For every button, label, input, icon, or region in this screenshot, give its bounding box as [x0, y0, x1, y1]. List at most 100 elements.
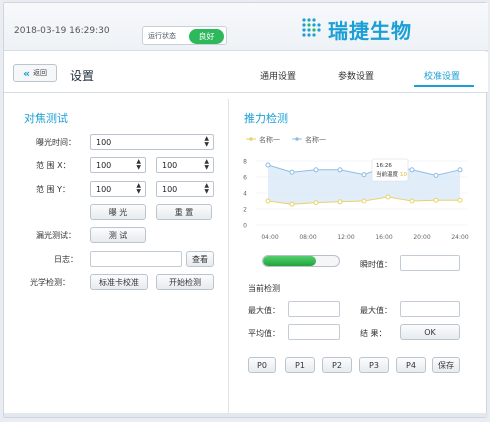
- x-tick-label: 20:00: [413, 234, 430, 241]
- series-band-area: [268, 165, 460, 205]
- max-value-label-1: 最大值：: [248, 306, 280, 315]
- header-bar: 2018-03-19 16:29:30 运行状态 良好 瑞捷生物: [4, 3, 488, 51]
- standard-card-calibrate-button[interactable]: 标准卡校准: [90, 274, 148, 290]
- series-point-2: [457, 167, 463, 173]
- optical-test-label: 光学检测：: [30, 278, 70, 287]
- range-y-max-value: 100: [162, 184, 178, 194]
- y-tick-label: 6: [243, 175, 247, 182]
- x-tick-label: 12:00: [337, 234, 354, 241]
- datetime-display: 2018-03-19 16:29:30: [14, 26, 110, 36]
- leak-test-button[interactable]: 测 试: [90, 227, 146, 243]
- x-tick-label: 16:00: [375, 234, 392, 241]
- legend-label: 名称一: [259, 135, 280, 144]
- brand-logo-text: 瑞捷生物: [328, 19, 412, 43]
- x-tick-label: 04:00: [261, 234, 278, 241]
- stepper-arrows-icon: ▲ ▼: [204, 158, 209, 171]
- range-y-min-value: 100: [96, 184, 112, 194]
- y-tick-label: 4: [243, 191, 247, 198]
- instant-value-label: 瞬时值：: [360, 260, 392, 269]
- app-window: 2018-03-19 16:29:30 运行状态 良好 瑞捷生物 « 返回 设置…: [3, 2, 488, 418]
- status-box: 运行状态 良好: [142, 26, 227, 45]
- p3-button[interactable]: P3: [359, 357, 389, 373]
- page-title: 设置: [70, 69, 95, 83]
- range-x-max-stepper[interactable]: 100 ▲ ▼: [156, 157, 214, 173]
- series-point-2: [433, 172, 439, 178]
- reset-button[interactable]: 重 置: [156, 204, 212, 220]
- tooltip-value: 10: [400, 172, 407, 178]
- range-x-max-value: 100: [162, 160, 178, 170]
- save-button[interactable]: 保存: [432, 357, 460, 373]
- bottom-edge: [4, 413, 488, 417]
- y-tick-label: 8: [243, 159, 247, 166]
- series-point-1: [457, 197, 463, 203]
- exposure-stepper[interactable]: 100 ▲ ▼: [90, 134, 214, 150]
- leak-test-label: 漏光测试：: [36, 231, 76, 240]
- current-detection-label: 当前检测: [248, 284, 280, 293]
- series-point-2: [265, 162, 271, 168]
- legend-label: 名称一: [305, 135, 326, 144]
- series-point-2: [337, 167, 343, 173]
- p1-button[interactable]: P1: [285, 357, 315, 373]
- series-point-2: [313, 167, 319, 173]
- expose-button[interactable]: 曝 光: [90, 204, 146, 220]
- series-point-2: [409, 167, 415, 173]
- stepper-arrows-icon: ▲ ▼: [136, 182, 141, 195]
- stepper-arrows-icon: ▲ ▼: [204, 182, 209, 195]
- double-chevron-left-icon: «: [22, 66, 31, 80]
- series-point-1: [409, 198, 415, 204]
- legend-marker: [249, 137, 253, 141]
- status-badge: 良好: [189, 29, 224, 44]
- p4-button[interactable]: P4: [396, 357, 426, 373]
- series-point-1: [385, 194, 391, 200]
- series-point-1: [265, 198, 271, 204]
- average-value-field[interactable]: [288, 324, 340, 340]
- log-label: 日志：: [54, 255, 78, 264]
- average-value-label: 平均值：: [248, 329, 280, 338]
- range-x-label: 范 围 X：: [36, 161, 71, 170]
- result-label: 结 果：: [360, 329, 387, 338]
- y-tick-label: 0: [243, 223, 247, 230]
- max-value-label-2: 最大值：: [360, 306, 392, 315]
- tooltip-label: 当前温度: [376, 170, 399, 178]
- range-y-max-stepper[interactable]: 100 ▲ ▼: [156, 181, 214, 197]
- x-tick-label: 24:00: [451, 234, 468, 241]
- series-point-1: [289, 201, 295, 207]
- start-detection-button[interactable]: 开始检测: [156, 274, 214, 290]
- series-point-1: [361, 198, 367, 204]
- thrust-line-chart: 名称一 名称一 0 2 4 6 8 04:00 08:00 12:00 16:00 20:00 24:0…: [243, 135, 469, 241]
- log-input[interactable]: [90, 251, 182, 267]
- instant-value-field[interactable]: [400, 255, 460, 271]
- view-log-button[interactable]: 查看: [186, 251, 214, 267]
- series-point-2: [361, 172, 367, 178]
- tab-parameter-settings[interactable]: 参数设置: [338, 69, 374, 82]
- series-point-2: [289, 169, 295, 175]
- stepper-arrows-icon: ▲ ▼: [204, 135, 209, 148]
- logo-icon: [302, 18, 321, 37]
- tab-calibration-settings[interactable]: 校准设置: [424, 69, 460, 82]
- tab-general-settings[interactable]: 通用设置: [260, 69, 296, 82]
- series-point-1: [313, 200, 319, 206]
- y-tick-label: 2: [243, 207, 247, 214]
- exposure-label: 曝光时间：: [36, 138, 76, 147]
- result-ok-button[interactable]: OK: [400, 324, 460, 340]
- max-value-field-1[interactable]: [288, 301, 340, 317]
- nav-bar: « 返回 设置 通用设置 参数设置 校准设置: [4, 52, 488, 93]
- x-tick-label: 08:00: [299, 234, 316, 241]
- p2-button[interactable]: P2: [322, 357, 352, 373]
- range-y-min-stepper[interactable]: 100 ▲ ▼: [90, 181, 146, 197]
- max-value-field-2[interactable]: [400, 301, 460, 317]
- tooltip-time: 16:26: [376, 163, 392, 169]
- focus-test-title: 对焦测试: [24, 112, 68, 125]
- thrust-progress-bar: [262, 255, 340, 267]
- p0-button[interactable]: P0: [248, 357, 276, 373]
- series-point-1: [337, 199, 343, 205]
- status-label: 运行状态: [148, 31, 176, 40]
- range-y-label: 范 围 Y：: [36, 185, 70, 194]
- thrust-test-title: 推力检测: [244, 112, 288, 125]
- back-button-label: 返回: [33, 69, 48, 77]
- thrust-progress-fill: [263, 256, 317, 266]
- range-x-min-stepper[interactable]: 100 ▲ ▼: [90, 157, 146, 173]
- back-button[interactable]: « 返回: [13, 64, 57, 82]
- exposure-value: 100: [96, 137, 112, 147]
- range-x-min-value: 100: [96, 160, 112, 170]
